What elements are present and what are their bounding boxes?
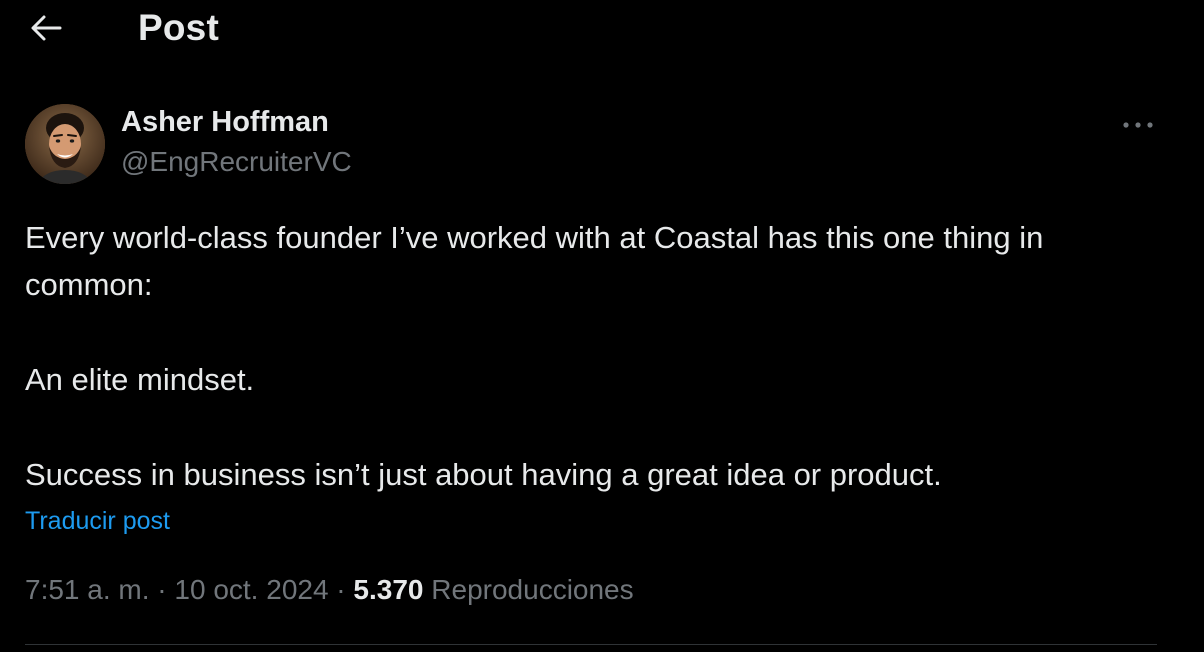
post-paragraph: An elite mindset. (25, 362, 255, 397)
more-horizontal-icon (1123, 122, 1153, 128)
post-text: Every world-class founder I’ve worked wi… (25, 214, 1175, 498)
post-time[interactable]: 7:51 a. m. (25, 574, 150, 605)
views-label: Reproducciones (431, 574, 634, 605)
separator: · (149, 574, 175, 605)
views-count: 5.370 (353, 574, 424, 605)
page-title: Post (138, 7, 219, 48)
avatar[interactable] (25, 104, 105, 184)
post-paragraph: Success in business isn’t just about hav… (25, 457, 942, 492)
author-handle[interactable]: @EngRecruiterVC (121, 146, 352, 178)
translate-post-link[interactable]: Traducir post (25, 507, 170, 536)
divider (25, 644, 1157, 645)
separator: · (328, 574, 354, 605)
avatar-image (25, 104, 105, 184)
post-paragraph: Every world-class founder I’ve worked wi… (25, 220, 1044, 302)
arrow-left-icon (31, 15, 62, 41)
post-date[interactable]: 10 oct. 2024 (174, 574, 328, 605)
more-options-button[interactable] (1118, 110, 1158, 140)
back-button[interactable] (22, 8, 70, 48)
post-header: Post (0, 0, 1204, 56)
post-metadata: 7:51 a. m. · 10 oct. 2024 · 5.370 Reprod… (25, 574, 634, 606)
author-name[interactable]: Asher Hoffman (121, 106, 329, 139)
